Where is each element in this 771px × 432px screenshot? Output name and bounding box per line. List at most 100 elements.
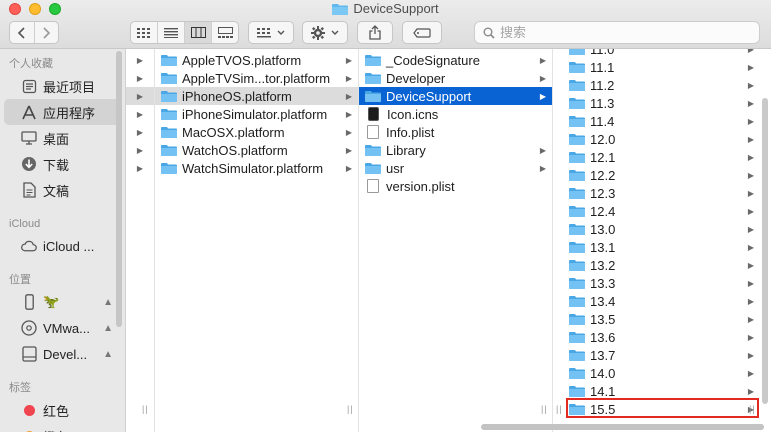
column-resize-handle[interactable]: || (142, 404, 149, 414)
share-button[interactable] (357, 21, 393, 44)
disclosure-arrow-icon: ▶ (747, 62, 754, 72)
content-row[interactable]: Library ▶ (359, 141, 552, 159)
parent-row[interactable]: ▶ (126, 87, 154, 105)
sidebar-item-iphone[interactable]: 🦖 ▲ (4, 289, 121, 315)
folder-icon (569, 242, 585, 253)
disclosure-arrow-icon: ▶ (136, 163, 143, 173)
version-row[interactable]: 13.6 ▶ (553, 328, 760, 346)
eject-icon[interactable]: ▲ (103, 323, 113, 334)
column-view-button[interactable] (185, 22, 212, 43)
version-row[interactable]: 13.5 ▶ (553, 310, 760, 328)
platform-row[interactable]: WatchSimulator.platform ▶ (155, 159, 358, 177)
version-row[interactable]: 12.2 ▶ (553, 166, 760, 184)
version-row[interactable]: 14.0 ▶ (553, 364, 760, 382)
parent-row[interactable]: ▶ (126, 123, 154, 141)
version-row[interactable]: 11.0 ▶ (553, 49, 760, 58)
disclosure-arrow-icon: ▶ (747, 116, 754, 126)
sidebar-item-documents[interactable]: 文稿 (4, 177, 121, 203)
back-button[interactable] (10, 22, 35, 43)
item-label: 13.1 (590, 239, 616, 255)
platform-row[interactable]: AppleTVSim...tor.platform ▶ (155, 69, 358, 87)
desktop-icon (21, 130, 37, 146)
sidebar-item-tag-orange[interactable]: 橙色 (4, 423, 121, 432)
item-label: 12.1 (590, 149, 616, 165)
sidebar-item-icloud-drive[interactable]: iCloud ... (4, 233, 121, 259)
column-parent: ▶ ▶ ▶ ▶ ▶ ▶ ▶ (126, 49, 154, 419)
column-resize-handle[interactable]: || (541, 404, 548, 414)
version-row[interactable]: 11.1 ▶ (553, 58, 760, 76)
version-row[interactable]: 12.3 ▶ (553, 184, 760, 202)
platform-row[interactable]: MacOSX.platform ▶ (155, 123, 358, 141)
content-row[interactable]: usr ▶ (359, 159, 552, 177)
gallery-view-button[interactable] (212, 22, 238, 43)
action-menu-button[interactable] (302, 21, 348, 44)
folder-icon (569, 170, 585, 181)
sidebar-item-downloads[interactable]: 下载 (4, 151, 121, 177)
version-row[interactable]: 12.0 ▶ (553, 130, 760, 148)
folder-icon (569, 80, 585, 91)
content-row[interactable]: DeviceSupport ▶ (359, 87, 552, 105)
column-resize-handle[interactable]: || (556, 404, 563, 414)
content-row[interactable]: version.plist (359, 177, 552, 195)
platform-row[interactable]: AppleTVOS.platform ▶ (155, 51, 358, 69)
sidebar-item-tag-red[interactable]: 红色 (4, 397, 121, 423)
applications-icon (21, 104, 37, 120)
sidebar-item-recents[interactable]: 最近项目 (4, 73, 121, 99)
version-row[interactable]: 13.4 ▶ (553, 292, 760, 310)
sidebar-item-desktop[interactable]: 桌面 (4, 125, 121, 151)
folder-icon (569, 62, 585, 73)
version-row[interactable]: 12.1 ▶ (553, 148, 760, 166)
sidebar-item-developer-drive[interactable]: Devel... ▲ (4, 341, 121, 367)
platform-row[interactable]: iPhoneSimulator.platform ▶ (155, 105, 358, 123)
search-field[interactable] (474, 21, 760, 44)
forward-button[interactable] (35, 22, 59, 43)
version-row[interactable]: 12.4 ▶ (553, 202, 760, 220)
content-row[interactable]: _CodeSignature ▶ (359, 51, 552, 69)
iphone-icon (21, 294, 37, 310)
sidebar-item-vmware-disc[interactable]: VMwa... ▲ (4, 315, 121, 341)
eject-icon[interactable]: ▲ (103, 297, 113, 308)
version-row[interactable]: 11.3 ▶ (553, 94, 760, 112)
item-label: Library (386, 142, 426, 158)
sidebar-scrollbar[interactable] (116, 51, 122, 327)
disclosure-arrow-icon: ▶ (345, 55, 352, 65)
folder-icon (569, 188, 585, 199)
share-icon (369, 25, 381, 40)
folder-icon (569, 116, 585, 127)
parent-row[interactable]: ▶ (126, 159, 154, 177)
content-row[interactable]: Info.plist (359, 123, 552, 141)
version-row[interactable]: 13.3 ▶ (553, 274, 760, 292)
folder-icon (569, 368, 585, 379)
group-by-button[interactable] (248, 21, 294, 44)
parent-row[interactable]: ▶ (126, 69, 154, 87)
platform-row[interactable]: iPhoneOS.platform ▶ (155, 87, 358, 105)
list-view-button[interactable] (158, 22, 185, 43)
column-resize-handle[interactable]: || (347, 404, 354, 414)
content-row[interactable]: Icon.icns (359, 105, 552, 123)
icon-view-button[interactable] (131, 22, 158, 43)
version-row[interactable]: 13.1 ▶ (553, 238, 760, 256)
sidebar-item-applications[interactable]: 应用程序 (4, 99, 121, 125)
parent-row[interactable]: ▶ (126, 141, 154, 159)
version-row[interactable]: 13.2 ▶ (553, 256, 760, 274)
version-row[interactable]: 13.7 ▶ (553, 346, 760, 364)
search-input[interactable] (500, 25, 740, 40)
column-view-icon (190, 27, 206, 38)
folder-icon (569, 314, 585, 325)
parent-row[interactable]: ▶ (126, 51, 154, 69)
version-row[interactable]: 11.2 ▶ (553, 76, 760, 94)
content-row[interactable]: Developer ▶ (359, 69, 552, 87)
disclosure-arrow-icon: ▶ (747, 260, 754, 270)
chevron-right-icon (43, 26, 51, 39)
disclosure-arrow-icon: ▶ (747, 98, 754, 108)
edit-tags-button[interactable] (402, 21, 442, 44)
version-row[interactable]: 13.0 ▶ (553, 220, 760, 238)
eject-icon[interactable]: ▲ (103, 349, 113, 360)
vertical-scrollbar[interactable] (762, 98, 768, 404)
platform-row[interactable]: WatchOS.platform ▶ (155, 141, 358, 159)
sidebar-item-label: 最近项目 (43, 79, 96, 95)
parent-row[interactable]: ▶ (126, 105, 154, 123)
item-label: DeviceSupport (386, 88, 472, 104)
horizontal-scrollbar[interactable] (481, 424, 764, 430)
version-row[interactable]: 11.4 ▶ (553, 112, 760, 130)
